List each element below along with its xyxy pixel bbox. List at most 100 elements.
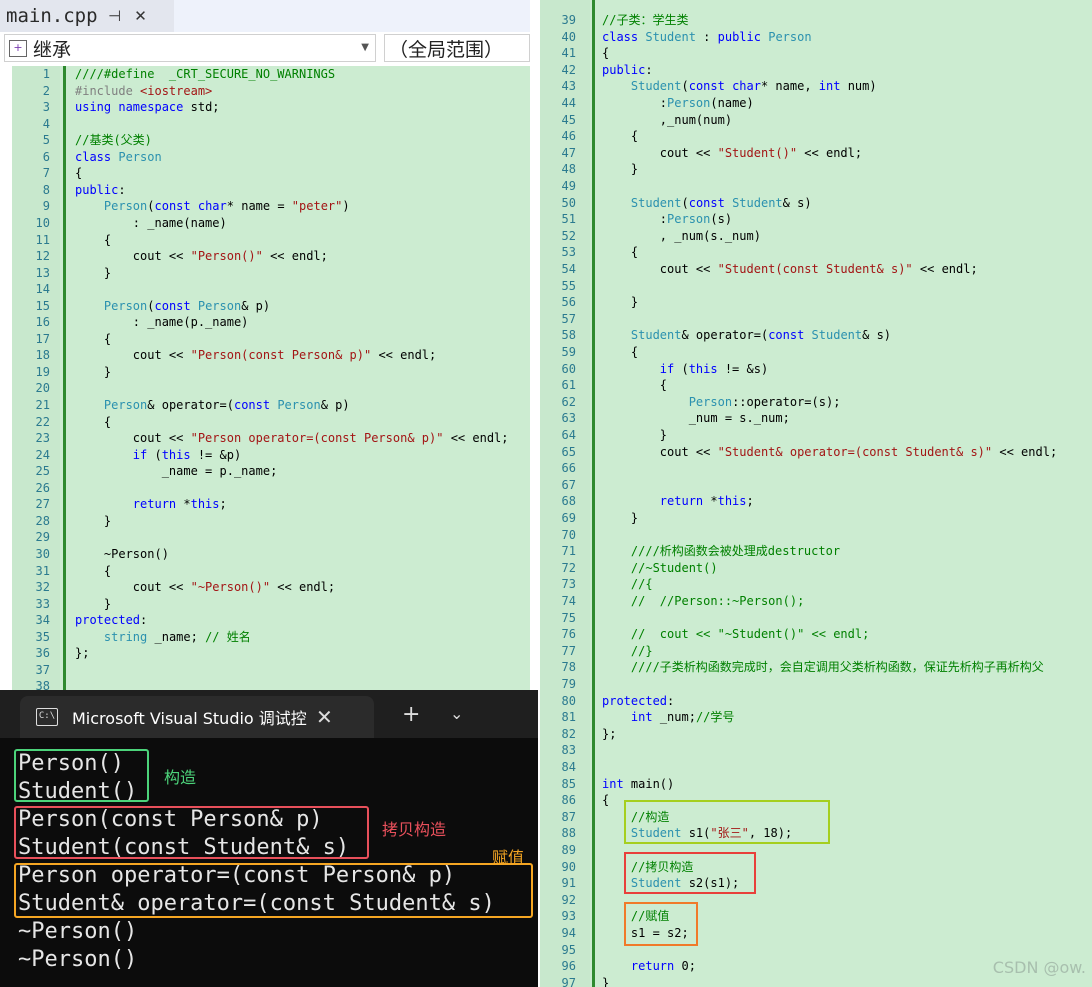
new-tab-icon[interactable]: + (402, 702, 420, 727)
code-line: cout << "Student& operator=(const Studen… (602, 444, 1058, 459)
line-number: 52 (561, 228, 576, 243)
line-number: 21 (35, 398, 50, 412)
code-line: //子类：学生类 (602, 13, 689, 27)
code-line: } (602, 162, 639, 177)
code-line: public: (75, 182, 126, 197)
line-number: 45 (561, 112, 576, 127)
code-line: ////#define _CRT_SECURE_NO_WARNINGS (75, 67, 336, 81)
code-line: //{ (630, 577, 653, 592)
line-number: 51 (561, 212, 576, 227)
watermark: CSDN @ow. (992, 958, 1086, 977)
assign-highlight-box (624, 902, 698, 946)
line-number: 39 (561, 13, 576, 27)
line-number: 49 (561, 179, 576, 193)
line-number: 37 (35, 662, 50, 677)
code-line: if (this != &s) (659, 361, 769, 376)
tab-main-cpp[interactable]: main.cpp ⊣ ✕ (0, 0, 174, 32)
assign-highlight-box (14, 863, 533, 918)
close-icon[interactable]: ✕ (316, 705, 333, 729)
line-number: 67 (561, 477, 576, 492)
project-scope-dropdown[interactable]: + 继承 ▼ (4, 34, 376, 62)
line-number: 7 (42, 166, 50, 181)
code-line: public: (602, 62, 653, 77)
copy-construct-highlight-box (624, 852, 756, 894)
line-number: 69 (561, 511, 576, 525)
left-editor-pane: main.cpp ⊣ ✕ + 继承 ▼ （全局范围） 1 ////#define … (0, 0, 530, 692)
line-number: 48 (561, 162, 576, 177)
line-number: 16 (35, 315, 50, 330)
code-line: string _name; // 姓名 (103, 629, 251, 644)
code-editor-right[interactable]: 39 //子类：学生类 40 class Student : public Perso… (540, 0, 1092, 987)
line-number: 66 (561, 461, 576, 476)
line-number: 30 (35, 546, 50, 561)
member-scope-dropdown[interactable]: （全局范围） (384, 34, 530, 62)
line-number: 82 (561, 726, 576, 741)
code-line: cout << "Student()" << endl; (602, 145, 863, 160)
line-number: 81 (561, 710, 576, 725)
code-line: } (602, 511, 639, 525)
debug-console-window: C:\ Microsoft Visual Studio 调试控 ✕ + ⌄ Pe… (0, 690, 538, 987)
line-number: 61 (561, 378, 576, 393)
code-line: , _num(s._num) (602, 228, 761, 243)
code-line: // //Person::~Person(); (630, 594, 805, 608)
line-number: 53 (561, 245, 576, 260)
line-number: 58 (561, 328, 576, 343)
line-number: 77 (561, 643, 576, 658)
line-number: 25 (35, 464, 50, 479)
line-number: 73 (561, 577, 576, 592)
line-number: 15 (35, 298, 50, 313)
chevron-down-icon: ▼ (361, 42, 369, 53)
line-number: 97 (561, 975, 576, 987)
code-line: { (602, 46, 610, 61)
line-number: 68 (561, 494, 576, 509)
line-number: 11 (35, 232, 50, 247)
console-tab[interactable]: C:\ Microsoft Visual Studio 调试控 ✕ (20, 696, 374, 738)
code-line: ~Person() (75, 546, 169, 561)
line-number: 50 (561, 195, 576, 210)
code-editor-left[interactable]: 1 ////#define _CRT_SECURE_NO_WARNINGS 2 #in… (12, 66, 530, 692)
navigation-bar: + 继承 ▼ （全局范围） (0, 34, 530, 64)
pin-icon[interactable]: ⊣ (106, 7, 124, 25)
code-line: { (75, 166, 83, 181)
line-number: 80 (561, 693, 576, 708)
construct-highlight-box (14, 749, 149, 802)
close-icon[interactable]: ✕ (132, 7, 150, 25)
line-number: 17 (35, 331, 50, 346)
line-number: 92 (561, 892, 576, 907)
console-title-bar: C:\ Microsoft Visual Studio 调试控 ✕ + ⌄ (0, 690, 538, 738)
code-line: return 0; (630, 959, 696, 974)
code-line: //} (630, 643, 653, 658)
change-tracking-bar (592, 0, 595, 987)
editor-tab-bar: main.cpp ⊣ ✕ (0, 0, 530, 32)
line-number: 76 (561, 627, 576, 642)
line-number: 29 (35, 530, 50, 545)
line-number: 70 (561, 527, 576, 542)
line-number: 33 (35, 596, 50, 611)
code-line: : _name(name) (75, 215, 227, 230)
line-number: 34 (35, 613, 50, 628)
line-number: 35 (35, 629, 50, 644)
code-line: if (this != &p) (132, 447, 242, 462)
code-line: { (602, 793, 610, 808)
code-line: { (75, 414, 112, 429)
line-number: 83 (561, 743, 576, 758)
line-number: 60 (561, 361, 576, 376)
code-line: #include <iostream> (75, 83, 213, 98)
console-icon: C:\ (36, 708, 58, 726)
line-number: 44 (561, 96, 576, 110)
code-line: { (75, 563, 112, 578)
line-number: 54 (561, 262, 576, 276)
code-line: Person::operator=(s); (688, 394, 841, 409)
line-number: 91 (561, 876, 576, 891)
construct-highlight-box (624, 800, 830, 844)
code-line: Student(const char* name, int num) (630, 79, 877, 94)
copy-construct-note: 拷贝构造 (382, 820, 447, 839)
line-number: 12 (35, 249, 50, 264)
line-number: 79 (561, 677, 576, 691)
code-line: int _num;//学号 (630, 710, 735, 725)
line-number: 8 (42, 182, 50, 197)
line-number: 24 (35, 447, 50, 462)
code-line: _name = p._name; (75, 464, 278, 479)
chevron-down-icon[interactable]: ⌄ (450, 704, 463, 723)
code-line: class Person (75, 149, 162, 164)
